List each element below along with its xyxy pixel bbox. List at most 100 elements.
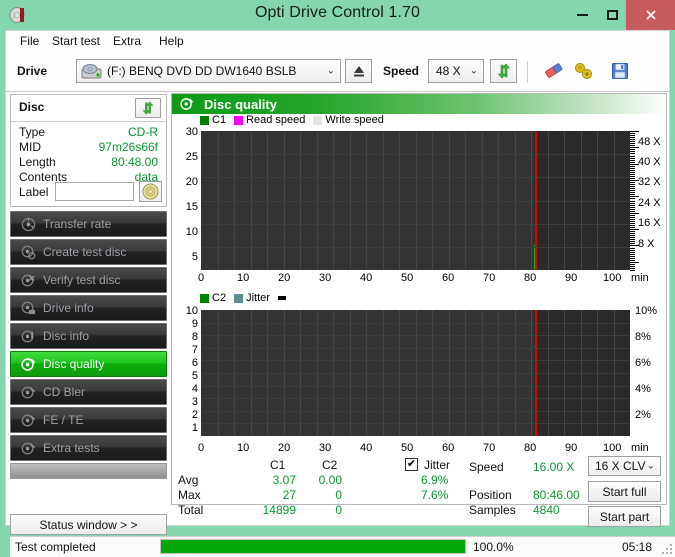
- sidebar-item-disc-info[interactable]: Disc info: [10, 323, 167, 349]
- refresh-icon: [142, 101, 154, 115]
- refresh-button[interactable]: [490, 59, 517, 83]
- c2-jitter-chart: C2 Jitter 10 9 8 7 6 5 4 3 2 1 10% 8% 6%…: [172, 292, 666, 444]
- stats-col-jitter: Jitter: [424, 458, 451, 472]
- c1-xaxis-unit: min: [631, 272, 649, 284]
- client-area: File Start test Extra Help Drive (F:) BE…: [5, 30, 675, 557]
- status-window-button[interactable]: Status window > >: [10, 514, 167, 535]
- legend-swatch: [277, 296, 286, 300]
- disc-label-button[interactable]: [139, 181, 162, 202]
- disc-row-length: Length 80:48.00: [11, 155, 166, 170]
- c2-rtick: 10%: [635, 305, 658, 317]
- drive-select[interactable]: (F:) BENQ DVD DD DW1640 BSLB ⌄: [76, 59, 341, 83]
- c2-xtick: 30: [319, 442, 332, 454]
- sidebar-item-label: Disc quality: [43, 357, 105, 371]
- sidebar-item-disc-quality[interactable]: Disc quality: [10, 351, 167, 377]
- sidebar-item-fe-te[interactable]: FE / TE: [10, 407, 167, 433]
- c1-rtick: 16 X: [638, 217, 661, 229]
- write-mode-value: 16 X CLV: [595, 459, 646, 473]
- c2-xtick: 100: [603, 442, 622, 454]
- disc-refresh-button[interactable]: [135, 98, 161, 118]
- minimize-button[interactable]: [568, 0, 596, 30]
- speed-select[interactable]: 48 X ⌄: [428, 59, 484, 83]
- close-icon: [645, 10, 656, 20]
- c1-ytick: 10: [185, 226, 198, 238]
- c1-ytick: 25: [185, 151, 198, 163]
- tools-button[interactable]: [570, 59, 598, 83]
- fe-te-icon: [17, 413, 39, 428]
- start-full-button[interactable]: Start full: [588, 481, 661, 502]
- c1-rtick: 8 X: [638, 238, 655, 250]
- toolbar: Drive (F:) BENQ DVD DD DW1640 BSLB ⌄ Spe…: [6, 53, 669, 92]
- c2-xtick: 90: [565, 442, 578, 454]
- drive-info-icon: [17, 301, 39, 316]
- sidebar-item-cd-bler[interactable]: CD Bler: [10, 379, 167, 405]
- c1-xtick: 60: [442, 272, 455, 284]
- eject-button[interactable]: [345, 59, 372, 83]
- drive-icon: [81, 63, 103, 81]
- status-bar: Test completed 100.0% 05:18: [10, 536, 675, 557]
- c2-chart-legend: C2 Jitter: [200, 292, 297, 304]
- disc-info-box: Disc Type CD-R MID 97m26s66f Length 80:4…: [10, 94, 167, 207]
- stats-row-label-total: Total: [178, 503, 204, 517]
- disc-row-key: Length: [19, 155, 56, 169]
- legend-swatch: [200, 293, 209, 303]
- progress-bar: [160, 539, 466, 554]
- c2-ytick: 1: [191, 422, 198, 434]
- menu-file[interactable]: File: [15, 34, 44, 50]
- menu-extra[interactable]: Extra: [108, 34, 146, 50]
- menu-help[interactable]: Help: [154, 34, 189, 50]
- disc-label-input[interactable]: [55, 182, 134, 201]
- jitter-checkbox[interactable]: ✔: [405, 458, 418, 471]
- start-part-button[interactable]: Start part: [588, 506, 661, 527]
- c2-ytick: 8: [191, 331, 198, 343]
- drive-label: Drive: [17, 64, 48, 78]
- disc-row-mid: MID 97m26s66f: [11, 140, 166, 155]
- maximize-icon: [606, 10, 618, 20]
- cd-bler-icon: [17, 385, 39, 400]
- c1-xtick: 20: [278, 272, 291, 284]
- stats-speed-label: Speed: [469, 460, 504, 474]
- sidebar-item-extra-tests[interactable]: Extra tests: [10, 435, 167, 461]
- c1-rtick: 24 X: [638, 197, 661, 209]
- sidebar-item-label: Create test disc: [43, 245, 127, 259]
- c2-ytick: 6: [191, 357, 198, 369]
- sidebar-item-verify-test-disc[interactable]: Verify test disc: [10, 267, 167, 293]
- sidebar-item-label: Transfer rate: [43, 217, 112, 231]
- stats-samples-label: Samples: [469, 503, 516, 517]
- c2-xtick: 0: [198, 442, 205, 454]
- stats-position-value: 80:46.00: [533, 488, 580, 502]
- sidebar-item-transfer-rate[interactable]: Transfer rate: [10, 211, 167, 237]
- c1-xtick: 70: [483, 272, 496, 284]
- speed-select-value: 48 X: [436, 64, 461, 78]
- sidebar-item-label: FE / TE: [43, 413, 84, 427]
- resize-grip[interactable]: [662, 544, 672, 554]
- maximize-button[interactable]: [598, 0, 626, 30]
- c1-chart-legend: C1 Read speed Write speed: [200, 114, 392, 126]
- sidebar-item-label: CD Bler: [43, 385, 86, 399]
- c2-xtick: 80: [524, 442, 537, 454]
- legend-label: Read speed: [246, 114, 306, 126]
- save-icon: [612, 63, 628, 79]
- close-button[interactable]: [626, 0, 675, 30]
- save-button[interactable]: [606, 59, 634, 83]
- write-mode-select[interactable]: 16 X CLV ⌄: [588, 456, 661, 476]
- legend-item-c2: C2: [200, 292, 226, 304]
- chevron-down-icon: ⌄: [469, 65, 478, 77]
- sidebar-item-drive-info[interactable]: Drive info: [10, 295, 167, 321]
- disc-verify-icon: [17, 273, 39, 288]
- disc-quality-panel: Disc quality C1 Read speed Write speed 3…: [171, 93, 667, 527]
- c1-ytick: 15: [185, 201, 198, 213]
- sidebar-item-create-test-disc[interactable]: Create test disc: [10, 239, 167, 265]
- c2-ytick: 9: [191, 318, 198, 330]
- progress-fill: [161, 540, 465, 553]
- c1-plot-area: [201, 131, 630, 270]
- stats-total-c1: 14899: [262, 503, 296, 517]
- erase-button[interactable]: [540, 59, 568, 83]
- sidebar-item-label: Verify test disc: [43, 273, 121, 287]
- c1-xtick: 90: [565, 272, 578, 284]
- stats-row-label-max: Max: [178, 488, 201, 502]
- menu-start-test[interactable]: Start test: [47, 34, 105, 50]
- disc-quality-icon: [17, 357, 39, 372]
- panel-title: Disc quality: [204, 96, 277, 112]
- legend-swatch: [313, 115, 323, 125]
